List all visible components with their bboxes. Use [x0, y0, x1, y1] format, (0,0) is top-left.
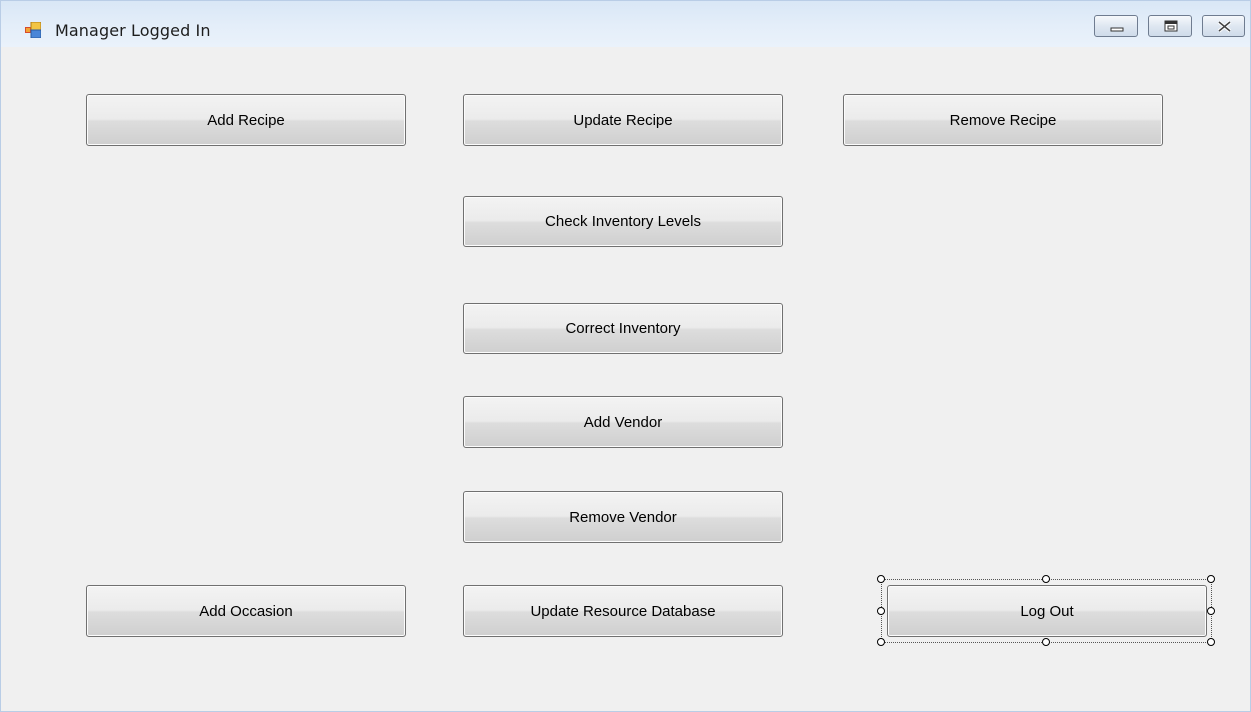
- app-icon: [25, 21, 42, 39]
- form-client-area: Add Recipe Update Recipe Remove Recipe C…: [1, 47, 1246, 707]
- close-icon: [1217, 20, 1232, 33]
- form-window: Manager Logged In Add Recipe Update Reci…: [0, 0, 1251, 712]
- log-out-button[interactable]: Log Out: [887, 585, 1207, 637]
- resize-handle-bottom-center[interactable]: [1042, 638, 1050, 646]
- minimize-icon: [1110, 27, 1124, 32]
- title-bar[interactable]: Manager Logged In: [1, 1, 1250, 47]
- remove-recipe-button[interactable]: Remove Recipe: [843, 94, 1163, 146]
- window-title: Manager Logged In: [55, 21, 211, 40]
- maximize-button[interactable]: [1148, 15, 1192, 37]
- add-recipe-button[interactable]: Add Recipe: [86, 94, 406, 146]
- resize-handle-top-center[interactable]: [1042, 575, 1050, 583]
- minimize-button[interactable]: [1094, 15, 1138, 37]
- add-occasion-button[interactable]: Add Occasion: [86, 585, 406, 637]
- add-vendor-button[interactable]: Add Vendor: [463, 396, 783, 448]
- resize-handle-middle-left[interactable]: [877, 607, 885, 615]
- remove-vendor-button[interactable]: Remove Vendor: [463, 491, 783, 543]
- check-inventory-levels-button[interactable]: Check Inventory Levels: [463, 196, 783, 247]
- maximize-icon: [1164, 20, 1178, 32]
- resize-handle-middle-right[interactable]: [1207, 607, 1215, 615]
- update-recipe-button[interactable]: Update Recipe: [463, 94, 783, 146]
- correct-inventory-button[interactable]: Correct Inventory: [463, 303, 783, 354]
- resize-handle-bottom-right[interactable]: [1207, 638, 1215, 646]
- resize-handle-bottom-left[interactable]: [877, 638, 885, 646]
- resize-handle-top-right[interactable]: [1207, 575, 1215, 583]
- close-button[interactable]: [1202, 15, 1245, 37]
- update-resource-database-button[interactable]: Update Resource Database: [463, 585, 783, 637]
- resize-handle-top-left[interactable]: [877, 575, 885, 583]
